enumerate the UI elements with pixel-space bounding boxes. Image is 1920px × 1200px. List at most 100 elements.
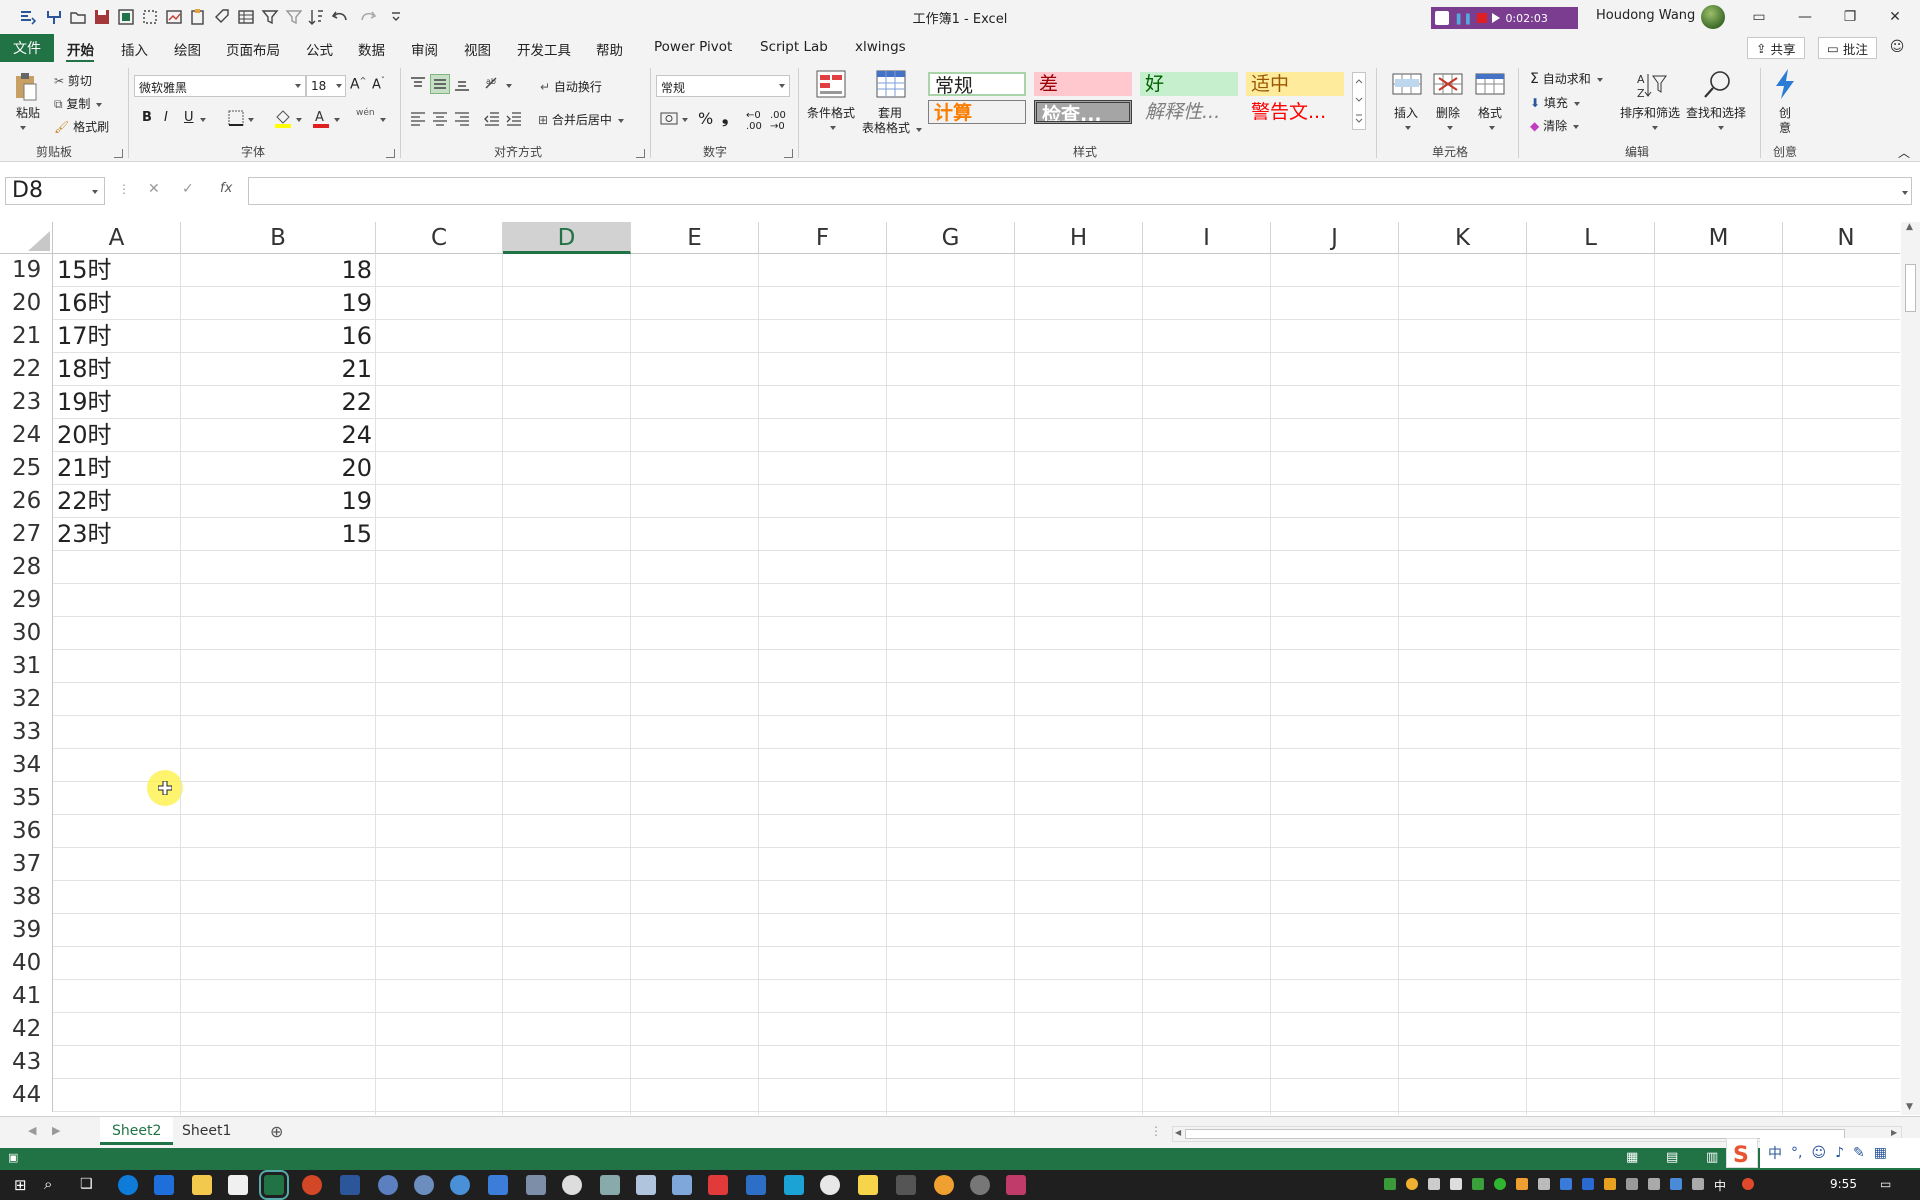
fill-color-dropdown-icon[interactable] <box>294 112 302 126</box>
battery-icon[interactable] <box>1692 1178 1704 1190</box>
app-icon-3[interactable] <box>450 1175 470 1195</box>
app-icon-8[interactable] <box>672 1175 692 1195</box>
underline-dropdown-icon[interactable] <box>198 112 206 126</box>
cell-b[interactable]: 20 <box>182 452 372 485</box>
ime-indicator[interactable]: 中 <box>1714 1177 1726 1194</box>
phonetic-button[interactable]: wén <box>356 108 375 118</box>
column-header-c[interactable]: C <box>376 222 503 254</box>
copy-button[interactable]: ⧉ 复制 <box>54 95 103 112</box>
avatar[interactable] <box>1701 5 1725 29</box>
orientation-dropdown-icon[interactable] <box>504 78 512 92</box>
format-cells-label[interactable]: 格式 <box>1478 104 1502 121</box>
row-header[interactable]: 27 <box>0 518 53 551</box>
scroll-up-icon[interactable]: ▲ <box>1906 222 1913 232</box>
style-calculation[interactable]: 计算 <box>928 100 1026 124</box>
cell-b[interactable]: 19 <box>182 287 372 320</box>
style-good[interactable]: 好 <box>1140 72 1238 96</box>
delete-cells-label[interactable]: 删除 <box>1436 104 1460 121</box>
scroll-left-icon[interactable]: ◀ <box>1175 1128 1181 1137</box>
align-bottom-icon[interactable] <box>454 76 470 96</box>
align-center-icon[interactable] <box>432 110 448 130</box>
user-name[interactable]: Houdong Wang <box>1596 8 1695 23</box>
tab-draw[interactable]: 绘图 <box>174 39 201 59</box>
app-icon-5[interactable] <box>562 1175 582 1195</box>
ime-emoji-icon[interactable]: ☺ <box>1811 1145 1826 1161</box>
style-explanatory[interactable]: 解释性... <box>1140 100 1238 124</box>
formula-input[interactable] <box>248 177 1912 205</box>
sheet-tab-sheet2[interactable]: Sheet2 <box>100 1117 174 1145</box>
format-as-table-dropdown-icon[interactable] <box>914 122 922 136</box>
tab-power-pivot[interactable]: Power Pivot <box>654 39 732 55</box>
row-header[interactable]: 21 <box>0 320 53 353</box>
task-view-icon[interactable]: ❑ <box>80 1176 93 1192</box>
font-color-dropdown-icon[interactable] <box>332 112 340 126</box>
column-header-b[interactable]: B <box>181 222 376 254</box>
page-layout-view-icon[interactable]: ▤ <box>1666 1150 1678 1165</box>
column-header-l[interactable]: L <box>1527 222 1655 254</box>
row-header[interactable]: 32 <box>0 683 53 716</box>
windows-start-icon[interactable]: ⊞ <box>14 1176 27 1194</box>
cell-a[interactable]: 19时 <box>57 386 112 419</box>
decrease-decimal-icon[interactable]: .00 →0 <box>770 110 786 132</box>
column-header-j[interactable]: J <box>1271 222 1399 254</box>
row-header[interactable]: 33 <box>0 716 53 749</box>
cell-a[interactable]: 17时 <box>57 320 112 353</box>
italic-button[interactable]: I <box>164 110 168 125</box>
enter-icon[interactable]: ✓ <box>182 181 194 197</box>
ime-voice-icon[interactable]: ♪ <box>1835 1145 1844 1161</box>
excel-taskbar-icon[interactable] <box>259 1170 289 1200</box>
app-icon-12[interactable] <box>970 1175 990 1195</box>
cell-b[interactable] <box>182 1013 372 1046</box>
row-header[interactable]: 42 <box>0 1013 53 1046</box>
minimize-icon[interactable]: — <box>1790 4 1820 30</box>
cell-b[interactable] <box>182 551 372 584</box>
increase-decimal-icon[interactable]: ←0.00 <box>746 110 762 132</box>
expand-formula-bar-icon[interactable] <box>1900 185 1908 199</box>
number-launcher-icon[interactable] <box>784 149 793 158</box>
font-name-select[interactable]: 微软雅黑 <box>134 75 306 97</box>
row-header[interactable]: 25 <box>0 452 53 485</box>
sticky-notes-icon[interactable] <box>858 1175 878 1195</box>
cell-b[interactable] <box>182 782 372 815</box>
fill-color-icon[interactable] <box>274 108 292 132</box>
ime-toolbox-icon[interactable]: ▦ <box>1874 1145 1887 1161</box>
format-as-table-label-2[interactable]: 表格格式 <box>862 119 910 136</box>
table-icon[interactable] <box>236 7 256 27</box>
select-all-corner[interactable] <box>0 222 53 254</box>
increase-indent-icon[interactable] <box>506 110 522 130</box>
cell-a[interactable]: 21时 <box>57 452 112 485</box>
pause-icon[interactable]: ❚❚ <box>1454 12 1472 25</box>
merge-center-button[interactable]: ⊞ 合并后居中 <box>538 111 624 128</box>
cell-a[interactable]: 18时 <box>57 353 112 386</box>
tab-xlwings[interactable]: xlwings <box>855 39 906 55</box>
tray-icon-2[interactable] <box>1406 1178 1418 1190</box>
powerpoint-icon[interactable] <box>302 1175 322 1195</box>
style-normal[interactable]: 常规 <box>928 72 1026 96</box>
tab-page-layout[interactable]: 页面布局 <box>226 39 280 59</box>
sogou-ime-icon[interactable]: S <box>1726 1138 1758 1168</box>
ime-chinese-mode[interactable]: 中 <box>1768 1143 1782 1163</box>
cell-b[interactable]: 18 <box>182 254 372 287</box>
font-launcher-icon[interactable] <box>386 149 395 158</box>
edge-icon[interactable] <box>118 1175 138 1195</box>
column-header-e[interactable]: E <box>631 222 759 254</box>
column-header-g[interactable]: G <box>887 222 1015 254</box>
tab-data[interactable]: 数据 <box>358 39 385 59</box>
ime-skin-icon[interactable]: ✎ <box>1853 1145 1865 1161</box>
paste-label[interactable]: 粘贴 <box>16 104 40 121</box>
chrome-icon[interactable] <box>820 1175 840 1195</box>
vertical-scrollbar[interactable]: ▲ ▼ <box>1901 222 1920 1115</box>
file-explorer-icon[interactable] <box>192 1175 212 1195</box>
delete-dropdown-icon[interactable] <box>1445 120 1453 134</box>
app-icon-9[interactable] <box>708 1175 728 1195</box>
font-color-icon[interactable]: A <box>312 108 330 132</box>
cell-b[interactable] <box>182 1046 372 1079</box>
share-button[interactable]: ⇪ 共享 <box>1747 37 1805 59</box>
style-neutral[interactable]: 适中 <box>1246 72 1344 96</box>
column-header-h[interactable]: H <box>1015 222 1143 254</box>
cell-b[interactable] <box>182 650 372 683</box>
ie-icon[interactable] <box>154 1175 174 1195</box>
tab-developer[interactable]: 开发工具 <box>517 39 571 59</box>
customize-qat-icon[interactable] <box>386 7 406 27</box>
cell-b[interactable] <box>182 617 372 650</box>
